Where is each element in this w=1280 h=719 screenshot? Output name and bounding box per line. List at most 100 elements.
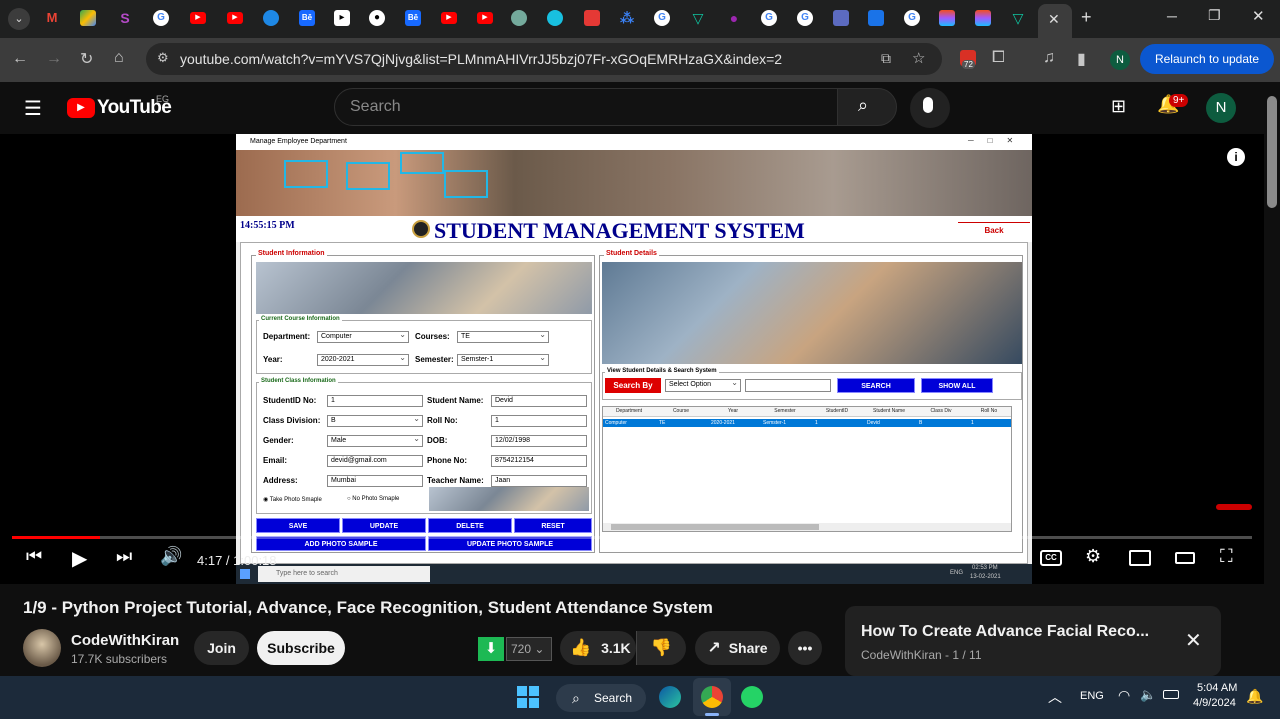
tab-google-icon[interactable]: G bbox=[153, 10, 169, 26]
tab-behance-icon[interactable]: Bē bbox=[299, 10, 315, 26]
play-icon[interactable]: ▶ bbox=[72, 546, 87, 571]
miniplayer-icon[interactable] bbox=[1129, 550, 1151, 566]
share-button[interactable]: ↗ Share bbox=[695, 631, 780, 665]
year-select[interactable]: 2020-2021 bbox=[317, 354, 409, 366]
semester-select[interactable]: Semster-1 bbox=[457, 354, 549, 366]
join-button[interactable]: Join bbox=[194, 631, 249, 665]
tab-youtube-icon[interactable]: ▶ bbox=[441, 12, 457, 24]
theater-mode-icon[interactable] bbox=[1175, 552, 1195, 564]
maximize-icon[interactable]: ❐ bbox=[1208, 7, 1221, 24]
video-info-icon[interactable]: i bbox=[1227, 148, 1245, 166]
column-header[interactable]: Year bbox=[707, 407, 759, 416]
taskbar-language[interactable]: ENG bbox=[1080, 690, 1104, 702]
tab-youtube-icon[interactable]: ▶ bbox=[227, 12, 243, 24]
table-row[interactable]: Computer TE 2020-2021 Semster-1 1 Devid … bbox=[603, 419, 1011, 427]
tab-github-icon[interactable]: ● bbox=[369, 10, 385, 26]
battery-icon[interactable] bbox=[1163, 690, 1179, 699]
tab-app-icon[interactable]: ▽ bbox=[690, 10, 706, 26]
next-video-icon[interactable]: ⏭ bbox=[116, 546, 132, 567]
tab-google-icon[interactable]: G bbox=[904, 10, 920, 26]
site-info-icon[interactable]: ⚙ bbox=[157, 50, 169, 66]
column-header[interactable]: Course bbox=[655, 407, 707, 416]
windows-start-icon[interactable] bbox=[517, 686, 539, 708]
back-arrow-icon[interactable]: ← bbox=[12, 50, 28, 68]
settings-gear-icon[interactable]: ⚙ bbox=[1085, 546, 1101, 567]
search-button-sms[interactable]: SEARCH bbox=[837, 378, 915, 393]
tab-google-icon[interactable]: G bbox=[654, 10, 670, 26]
tab-drive-icon[interactable] bbox=[80, 10, 96, 26]
reset-button[interactable]: RESET bbox=[514, 518, 592, 533]
department-select[interactable]: Computer bbox=[317, 331, 409, 343]
phone-field[interactable]: 8754212154 bbox=[491, 455, 587, 467]
close-window-icon[interactable]: ✕ bbox=[1252, 7, 1265, 25]
class-division-select[interactable]: B bbox=[327, 415, 423, 427]
youtube-logo[interactable]: ▶ YouTube EG bbox=[66, 94, 176, 121]
roll-no-field[interactable]: 1 bbox=[491, 415, 587, 427]
dislike-button[interactable]: 👎 bbox=[636, 631, 686, 665]
tab-app-icon[interactable] bbox=[584, 10, 600, 26]
tab-gmail-icon[interactable]: M bbox=[44, 10, 60, 26]
search-input[interactable]: Search bbox=[334, 88, 838, 126]
popup-title[interactable]: How To Create Advance Facial Reco... bbox=[861, 623, 1149, 641]
tab-forms-icon[interactable] bbox=[868, 10, 884, 26]
table-horizontal-scrollbar[interactable] bbox=[603, 523, 1011, 531]
tab-app-icon[interactable]: ⁂ bbox=[619, 10, 635, 26]
profile-avatar[interactable]: N bbox=[1110, 50, 1130, 70]
teacher-field[interactable]: Jaan bbox=[491, 475, 587, 487]
wifi-icon[interactable]: ◠ bbox=[1118, 687, 1130, 704]
column-header[interactable]: Class Div bbox=[915, 407, 967, 416]
new-tab-button[interactable]: + bbox=[1081, 7, 1092, 28]
tab-app-icon[interactable] bbox=[833, 10, 849, 26]
subscribe-button[interactable]: Subscribe bbox=[257, 631, 345, 665]
minimize-icon[interactable]: ─ bbox=[1167, 8, 1177, 24]
previous-video-icon[interactable]: ⏮ bbox=[26, 546, 42, 567]
volume-icon[interactable]: 🔊 bbox=[160, 546, 182, 567]
account-avatar[interactable]: N bbox=[1206, 93, 1236, 123]
bookmark-star-icon[interactable]: ☆ bbox=[912, 49, 925, 67]
student-name-field[interactable]: Devid bbox=[491, 395, 587, 407]
sms-back-button[interactable]: Back bbox=[958, 222, 1030, 238]
gender-select[interactable]: Male bbox=[327, 435, 423, 447]
tab-document-icon[interactable]: ▸ bbox=[334, 10, 350, 26]
column-header[interactable]: Department bbox=[603, 407, 655, 416]
side-panel-icon[interactable]: ▮ bbox=[1077, 49, 1086, 69]
install-app-icon[interactable]: ⧉ bbox=[881, 50, 891, 67]
column-header[interactable]: Student Name bbox=[863, 407, 915, 416]
extensions-puzzle-icon[interactable]: ⧠ bbox=[992, 49, 1005, 67]
update-button[interactable]: UPDATE bbox=[342, 518, 426, 533]
speaker-icon[interactable]: 🔈 bbox=[1140, 687, 1156, 703]
search-text-field[interactable] bbox=[745, 379, 831, 392]
tab-figma-icon[interactable] bbox=[939, 10, 955, 26]
column-header[interactable]: Roll No bbox=[967, 407, 1011, 416]
menu-hamburger-icon[interactable]: ☰ bbox=[24, 96, 42, 121]
reload-icon[interactable]: ↻ bbox=[80, 49, 93, 69]
dob-field[interactable]: 12/02/1998 bbox=[491, 435, 587, 447]
tab-google-icon[interactable]: G bbox=[761, 10, 777, 26]
tab-youtube-icon[interactable]: ▶ bbox=[477, 12, 493, 24]
email-field[interactable]: devid@gmail.com bbox=[327, 455, 423, 467]
notification-bell-icon[interactable]: 🔔 bbox=[1246, 688, 1263, 705]
taskbar-chrome-icon[interactable] bbox=[693, 678, 731, 716]
tab-chatgpt-icon[interactable] bbox=[511, 10, 527, 26]
tab-search-chevron-icon[interactable]: ⌄ bbox=[8, 8, 30, 30]
relaunch-to-update-button[interactable]: Relaunch to update bbox=[1140, 44, 1274, 74]
table-scroll-thumb[interactable] bbox=[611, 524, 819, 530]
take-photo-radio[interactable]: ◉ Take Photo Smaple bbox=[263, 496, 322, 503]
no-photo-radio[interactable]: ○ No Photo Smaple bbox=[347, 496, 399, 502]
tab-app-icon[interactable]: ● bbox=[726, 10, 742, 26]
column-header[interactable]: StudentID bbox=[811, 407, 863, 416]
video-player[interactable]: Manage Employee Department ─□✕ 14:55:15 … bbox=[0, 134, 1264, 584]
page-scrollbar[interactable] bbox=[1264, 82, 1280, 676]
tab-app-icon[interactable] bbox=[263, 10, 279, 26]
taskbar-time[interactable]: 5:04 AM bbox=[1197, 682, 1237, 694]
search-option-select[interactable]: Select Option bbox=[665, 379, 741, 392]
more-actions-button[interactable]: ••• bbox=[788, 631, 822, 665]
tab-s-icon[interactable]: S bbox=[117, 10, 133, 26]
courses-select[interactable]: TE bbox=[457, 331, 549, 343]
playlist-popup[interactable]: How To Create Advance Facial Reco... Cod… bbox=[845, 606, 1221, 676]
home-icon[interactable]: ⌂ bbox=[114, 49, 124, 67]
tab-app-icon[interactable]: ▽ bbox=[1010, 10, 1026, 26]
student-id-field[interactable]: 1 bbox=[327, 395, 423, 407]
popup-close-icon[interactable]: ✕ bbox=[1185, 628, 1202, 653]
close-tab-icon[interactable]: ✕ bbox=[1048, 11, 1060, 28]
